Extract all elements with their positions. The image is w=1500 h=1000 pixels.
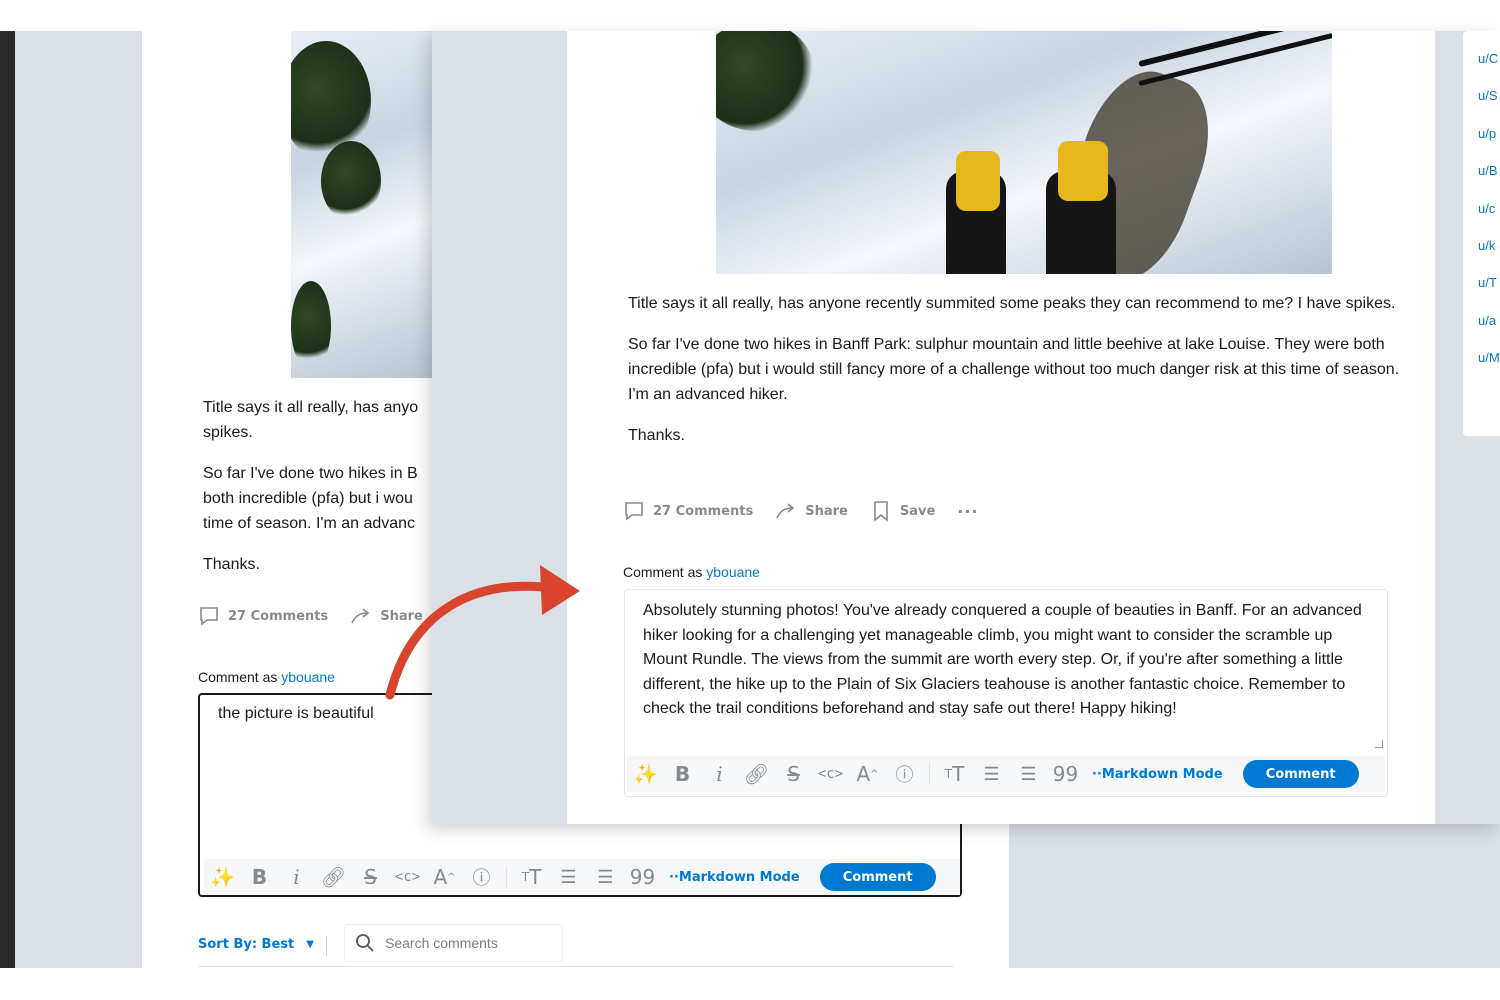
sidebar-user-link[interactable]: u/p <box>1478 126 1500 163</box>
share-arrow-icon <box>351 608 370 624</box>
comment-bubble-icon <box>625 502 643 521</box>
search-placeholder: Search comments <box>385 935 498 951</box>
comment-bubble-icon <box>200 607 218 626</box>
strikethrough-icon[interactable]: S <box>352 863 389 891</box>
sidebar-user-link[interactable]: u/a <box>1478 313 1500 350</box>
sidebar-user-link[interactable]: u/C <box>1478 51 1500 88</box>
toolbar-divider <box>506 866 507 888</box>
toolbar-divider <box>929 763 930 785</box>
comments-label: 27 Comments <box>653 503 754 519</box>
save-button[interactable]: Save <box>870 500 935 522</box>
post-paragraph: So far I've done two hikes in Banff Park… <box>628 336 1400 403</box>
post-card: Title says it all really, has anyone rec… <box>567 31 1435 824</box>
heading-icon[interactable]: TT <box>513 863 550 891</box>
numbered-list-icon[interactable]: ☰ <box>1010 760 1047 788</box>
sidebar-user-link[interactable]: u/B <box>1478 163 1500 200</box>
markdown-mode-button[interactable]: ··Markdown Mode <box>1092 767 1223 782</box>
link-icon[interactable]: 🔗︎ <box>315 863 352 891</box>
red-curved-arrow <box>385 565 580 700</box>
bookmark-icon <box>874 501 888 522</box>
sidebar-user-list: u/C u/S u/p u/B u/c u/k u/T u/a u/M <box>1478 51 1500 388</box>
comments-label: 27 Comments <box>228 608 329 624</box>
username-link[interactable]: ybouane <box>706 564 760 580</box>
username-link[interactable]: ybouane <box>281 669 335 685</box>
search-comments-input[interactable]: Search comments <box>344 924 563 962</box>
magic-wand-icon[interactable]: ✨ <box>204 863 241 891</box>
italic-icon[interactable]: i <box>278 863 315 891</box>
sidebar-user-link[interactable]: u/T <box>1478 275 1500 312</box>
comment-editor[interactable]: Absolutely stunning photos! You've alrea… <box>624 589 1388 797</box>
quote-icon[interactable]: 99 <box>1047 760 1084 788</box>
formatting-toolbar: ✨ B i 🔗︎ S <c> A ^ ⓘ TT ☰ ☰ 99 ··Markdown… <box>204 859 960 895</box>
comments-button[interactable]: 27 Comments <box>198 605 328 627</box>
link-icon[interactable]: 🔗︎ <box>738 760 775 788</box>
divider <box>198 966 954 967</box>
save-label: Save <box>899 503 936 519</box>
post-image[interactable] <box>716 31 1332 274</box>
comment-as-label: Comment as ybouane <box>198 669 335 685</box>
comment-textarea[interactable]: the picture is beautiful <box>218 705 374 723</box>
superscript-icon[interactable]: A ^ <box>426 863 463 891</box>
sidebar-user-link[interactable]: u/S <box>1478 88 1500 125</box>
comment-as-label: Comment as ybouane <box>623 564 760 580</box>
bulleted-list-icon[interactable]: ☰ <box>973 760 1010 788</box>
search-icon <box>356 934 374 952</box>
sidebar-user-link[interactable]: u/c <box>1478 201 1500 238</box>
resize-handle[interactable] <box>1375 740 1383 748</box>
share-label: Share <box>805 503 848 519</box>
sort-divider <box>326 936 327 956</box>
heading-icon[interactable]: TT <box>936 760 973 788</box>
italic-icon[interactable]: i <box>701 760 738 788</box>
comment-submit-button[interactable]: Comment <box>819 863 936 891</box>
quote-icon[interactable]: 99 <box>624 863 661 891</box>
post-actions: 27 Comments Share Save ··· <box>623 500 1001 522</box>
magic-wand-icon[interactable]: ✨ <box>627 760 664 788</box>
comment-textarea[interactable]: Absolutely stunning photos! You've alrea… <box>643 599 1373 722</box>
sort-dropdown[interactable]: Sort By: Best ▼ <box>198 937 314 952</box>
inline-code-icon[interactable]: <c> <box>812 760 849 788</box>
comments-button[interactable]: 27 Comments <box>623 500 753 522</box>
superscript-icon[interactable]: A ^ <box>849 760 886 788</box>
post-image[interactable] <box>291 31 433 378</box>
sidebar-user-link[interactable]: u/M <box>1478 350 1500 387</box>
caret-down-icon: ▼ <box>306 939 314 950</box>
window-edge <box>0 31 15 968</box>
bold-icon[interactable]: B <box>664 760 701 788</box>
share-arrow-icon <box>776 503 795 519</box>
post-body: Title says it all really, has anyone rec… <box>628 291 1418 464</box>
share-button[interactable]: Share <box>775 500 848 522</box>
more-options-icon[interactable]: ··· <box>957 502 978 521</box>
strikethrough-icon[interactable]: S <box>775 760 812 788</box>
spoiler-icon[interactable]: ⓘ <box>886 760 923 788</box>
zoomed-screenshot: Title says it all really, has anyone rec… <box>432 31 1500 824</box>
formatting-toolbar: ✨ B i 🔗︎ S <c> A ^ ⓘ TT ☰ ☰ 99 ··Markdown… <box>627 756 1385 792</box>
inline-code-icon[interactable]: <c> <box>389 863 426 891</box>
comment-submit-button[interactable]: Comment <box>1242 760 1359 788</box>
post-paragraph: Title says it all really, has anyone rec… <box>628 295 1396 312</box>
bold-icon[interactable]: B <box>241 863 278 891</box>
numbered-list-icon[interactable]: ☰ <box>587 863 624 891</box>
markdown-mode-button[interactable]: ··Markdown Mode <box>669 870 800 885</box>
sidebar-user-link[interactable]: u/k <box>1478 238 1500 275</box>
post-paragraph: Thanks. <box>628 427 685 444</box>
spoiler-icon[interactable]: ⓘ <box>463 863 500 891</box>
bulleted-list-icon[interactable]: ☰ <box>550 863 587 891</box>
